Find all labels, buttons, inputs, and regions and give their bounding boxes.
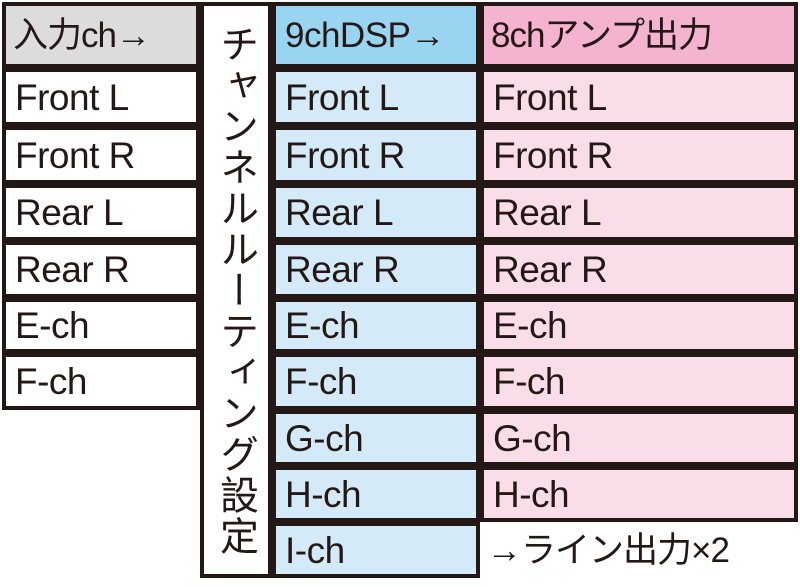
dsp-row-4: Rear R: [272, 241, 480, 298]
dsp-row-7: G-ch: [272, 410, 480, 466]
input-row-3: Rear L: [2, 184, 200, 241]
amp-row-4: Rear R: [480, 241, 798, 298]
dsp-row-1-label: Front L: [285, 76, 399, 118]
dsp-row-7-label: G-ch: [285, 417, 364, 459]
amp-row-2: Front R: [480, 126, 798, 184]
amp-column-header: 8chアンプ出力: [480, 2, 798, 68]
amp-row-8: H-ch: [480, 466, 798, 522]
input-row-3-label: Rear L: [15, 192, 124, 233]
amp-row-9-label: →ライン出力×2: [487, 530, 730, 570]
input-row-2-label: Front R: [15, 134, 135, 176]
input-row-4: Rear R: [2, 241, 200, 298]
amp-row-8-label: H-ch: [493, 473, 570, 515]
amp-row-6: F-ch: [480, 353, 798, 410]
dsp-row-8: H-ch: [272, 466, 480, 522]
amp-column-header-label: 8chアンプ出力: [491, 15, 713, 55]
dsp-column-header: 9chDSP→: [272, 2, 480, 68]
dsp-row-5-label: E-ch: [285, 305, 360, 346]
amp-row-9-line-output-note: →ライン出力×2: [480, 522, 798, 578]
input-row-2: Front R: [2, 126, 200, 184]
dsp-row-9-label: I-ch: [285, 529, 345, 571]
dsp-row-6: F-ch: [272, 353, 480, 410]
amp-row-4-label: Rear R: [493, 249, 608, 290]
dsp-row-3-label: Rear L: [285, 192, 394, 233]
amp-row-2-label: Front R: [493, 134, 613, 176]
input-row-5-label: E-ch: [15, 305, 90, 346]
dsp-row-5: E-ch: [272, 298, 480, 353]
routing-label-column: チャンネルルーティング設定: [200, 2, 272, 578]
dsp-row-8-label: H-ch: [285, 473, 362, 515]
amp-row-6-label: F-ch: [493, 361, 566, 402]
dsp-row-2: Front R: [272, 126, 480, 184]
amp-row-3-label: Rear L: [493, 192, 602, 233]
input-column-header: 入力ch→: [2, 2, 200, 68]
amp-row-1-label: Front L: [493, 76, 607, 118]
amp-row-5-label: E-ch: [493, 305, 568, 346]
amp-row-7: G-ch: [480, 410, 798, 466]
dsp-row-3: Rear L: [272, 184, 480, 241]
channel-routing-diagram: 入力ch→ Front L Front R Rear L Rear R E-ch…: [0, 0, 800, 587]
input-row-1: Front L: [2, 68, 200, 126]
amp-row-5: E-ch: [480, 298, 798, 353]
input-column-header-label: 入力ch→: [13, 15, 151, 55]
dsp-row-9: I-ch: [272, 522, 480, 578]
dsp-row-2-label: Front R: [285, 134, 405, 176]
input-row-4-label: Rear R: [15, 249, 130, 290]
input-row-6: F-ch: [2, 353, 200, 410]
input-row-1-label: Front L: [15, 76, 129, 118]
amp-row-3: Rear L: [480, 184, 798, 241]
dsp-row-4-label: Rear R: [285, 249, 400, 290]
amp-row-7-label: G-ch: [493, 417, 572, 459]
amp-row-1: Front L: [480, 68, 798, 126]
dsp-column-header-label: 9chDSP→: [285, 15, 445, 55]
routing-label-text: チャンネルルーティング設定: [213, 23, 259, 557]
input-row-5: E-ch: [2, 298, 200, 353]
dsp-row-1: Front L: [272, 68, 480, 126]
dsp-row-6-label: F-ch: [285, 361, 358, 402]
input-row-6-label: F-ch: [15, 361, 88, 402]
